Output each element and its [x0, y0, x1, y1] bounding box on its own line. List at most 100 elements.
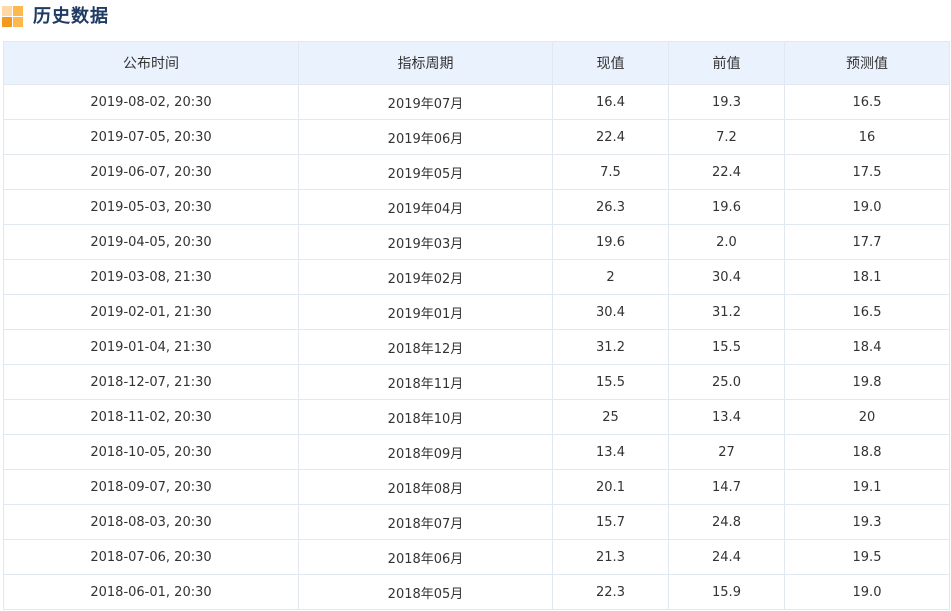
period-cell: 2018年07月: [298, 504, 553, 540]
column-header-actual: 现值: [552, 41, 669, 85]
release-time-cell: 2018-08-03, 20:30: [3, 504, 299, 540]
table-row: 2018-08-03, 20:30 2018年07月 15.7 24.8 19.3: [3, 504, 950, 540]
release-time-cell: 2018-12-07, 21:30: [3, 364, 299, 400]
actual-value-cell: 25: [552, 399, 669, 435]
period-cell: 2018年08月: [298, 469, 553, 505]
release-time-cell: 2018-07-06, 20:30: [3, 539, 299, 575]
release-time-cell: 2019-05-03, 20:30: [3, 189, 299, 225]
previous-value-cell: 25.0: [668, 364, 785, 400]
previous-value-cell: 24.4: [668, 539, 785, 575]
actual-value-cell: 22.3: [552, 574, 669, 610]
history-table: 公布时间 指标周期 现值 前值 预测值 2019-08-02, 20:30 201…: [3, 41, 950, 610]
period-cell: 2019年03月: [298, 224, 553, 260]
actual-value-cell: 26.3: [552, 189, 669, 225]
table-row: 2018-09-07, 20:30 2018年08月 20.1 14.7 19.1: [3, 469, 950, 505]
release-time-cell: 2018-06-01, 20:30: [3, 574, 299, 610]
previous-value-cell: 24.8: [668, 504, 785, 540]
column-header-previous: 前值: [668, 41, 785, 85]
table-row: 2019-05-03, 20:30 2019年04月 26.3 19.6 19.0: [3, 189, 950, 225]
column-header-forecast: 预测值: [784, 41, 950, 85]
actual-value-cell: 19.6: [552, 224, 669, 260]
forecast-value-cell: 19.5: [784, 539, 950, 575]
period-cell: 2018年12月: [298, 329, 553, 365]
page-title: 历史数据: [33, 6, 109, 27]
forecast-value-cell: 19.0: [784, 574, 950, 610]
forecast-value-cell: 16.5: [784, 84, 950, 120]
previous-value-cell: 7.2: [668, 119, 785, 155]
actual-value-cell: 31.2: [552, 329, 669, 365]
forecast-value-cell: 16.5: [784, 294, 950, 330]
period-cell: 2018年05月: [298, 574, 553, 610]
period-cell: 2019年01月: [298, 294, 553, 330]
table-row: 2018-11-02, 20:30 2018年10月 25 13.4 20: [3, 399, 950, 435]
period-cell: 2019年06月: [298, 119, 553, 155]
history-data-icon: [2, 6, 24, 28]
previous-value-cell: 30.4: [668, 259, 785, 295]
release-time-cell: 2018-11-02, 20:30: [3, 399, 299, 435]
actual-value-cell: 15.5: [552, 364, 669, 400]
release-time-cell: 2019-07-05, 20:30: [3, 119, 299, 155]
forecast-value-cell: 17.7: [784, 224, 950, 260]
forecast-value-cell: 19.8: [784, 364, 950, 400]
release-time-cell: 2019-06-07, 20:30: [3, 154, 299, 190]
forecast-value-cell: 18.8: [784, 434, 950, 470]
forecast-value-cell: 16: [784, 119, 950, 155]
actual-value-cell: 22.4: [552, 119, 669, 155]
release-time-cell: 2019-04-05, 20:30: [3, 224, 299, 260]
forecast-value-cell: 19.1: [784, 469, 950, 505]
table-row: 2019-03-08, 21:30 2019年02月 2 30.4 18.1: [3, 259, 950, 295]
column-header-period: 指标周期: [298, 41, 553, 85]
forecast-value-cell: 19.3: [784, 504, 950, 540]
table-header-row: 公布时间 指标周期 现值 前值 预测值: [3, 41, 950, 85]
previous-value-cell: 13.4: [668, 399, 785, 435]
previous-value-cell: 15.9: [668, 574, 785, 610]
forecast-value-cell: 18.1: [784, 259, 950, 295]
history-table-container: 公布时间 指标周期 现值 前值 预测值 2019-08-02, 20:30 201…: [3, 41, 950, 610]
previous-value-cell: 19.3: [668, 84, 785, 120]
period-cell: 2018年09月: [298, 434, 553, 470]
actual-value-cell: 21.3: [552, 539, 669, 575]
forecast-value-cell: 20: [784, 399, 950, 435]
period-cell: 2018年11月: [298, 364, 553, 400]
section-header: 历史数据: [0, 0, 951, 36]
period-cell: 2019年02月: [298, 259, 553, 295]
period-cell: 2019年05月: [298, 154, 553, 190]
period-cell: 2018年06月: [298, 539, 553, 575]
forecast-value-cell: 18.4: [784, 329, 950, 365]
actual-value-cell: 2: [552, 259, 669, 295]
previous-value-cell: 14.7: [668, 469, 785, 505]
release-time-cell: 2019-01-04, 21:30: [3, 329, 299, 365]
column-header-release-time: 公布时间: [3, 41, 299, 85]
actual-value-cell: 20.1: [552, 469, 669, 505]
release-time-cell: 2018-09-07, 20:30: [3, 469, 299, 505]
release-time-cell: 2019-02-01, 21:30: [3, 294, 299, 330]
table-row: 2019-07-05, 20:30 2019年06月 22.4 7.2 16: [3, 119, 950, 155]
table-row: 2018-10-05, 20:30 2018年09月 13.4 27 18.8: [3, 434, 950, 470]
actual-value-cell: 13.4: [552, 434, 669, 470]
actual-value-cell: 30.4: [552, 294, 669, 330]
table-row: 2018-12-07, 21:30 2018年11月 15.5 25.0 19.8: [3, 364, 950, 400]
table-row: 2019-04-05, 20:30 2019年03月 19.6 2.0 17.7: [3, 224, 950, 260]
table-row: 2019-01-04, 21:30 2018年12月 31.2 15.5 18.4: [3, 329, 950, 365]
table-row: 2019-06-07, 20:30 2019年05月 7.5 22.4 17.5: [3, 154, 950, 190]
table-body: 2019-08-02, 20:30 2019年07月 16.4 19.3 16.5 201…: [3, 84, 950, 610]
previous-value-cell: 31.2: [668, 294, 785, 330]
period-cell: 2019年04月: [298, 189, 553, 225]
previous-value-cell: 19.6: [668, 189, 785, 225]
release-time-cell: 2019-08-02, 20:30: [3, 84, 299, 120]
actual-value-cell: 7.5: [552, 154, 669, 190]
previous-value-cell: 15.5: [668, 329, 785, 365]
table-row: 2019-02-01, 21:30 2019年01月 30.4 31.2 16.5: [3, 294, 950, 330]
previous-value-cell: 22.4: [668, 154, 785, 190]
forecast-value-cell: 19.0: [784, 189, 950, 225]
actual-value-cell: 15.7: [552, 504, 669, 540]
release-time-cell: 2019-03-08, 21:30: [3, 259, 299, 295]
actual-value-cell: 16.4: [552, 84, 669, 120]
previous-value-cell: 27: [668, 434, 785, 470]
table-row: 2019-08-02, 20:30 2019年07月 16.4 19.3 16.5: [3, 84, 950, 120]
table-row: 2018-06-01, 20:30 2018年05月 22.3 15.9 19.0: [3, 574, 950, 610]
table-row: 2018-07-06, 20:30 2018年06月 21.3 24.4 19.5: [3, 539, 950, 575]
period-cell: 2018年10月: [298, 399, 553, 435]
previous-value-cell: 2.0: [668, 224, 785, 260]
forecast-value-cell: 17.5: [784, 154, 950, 190]
